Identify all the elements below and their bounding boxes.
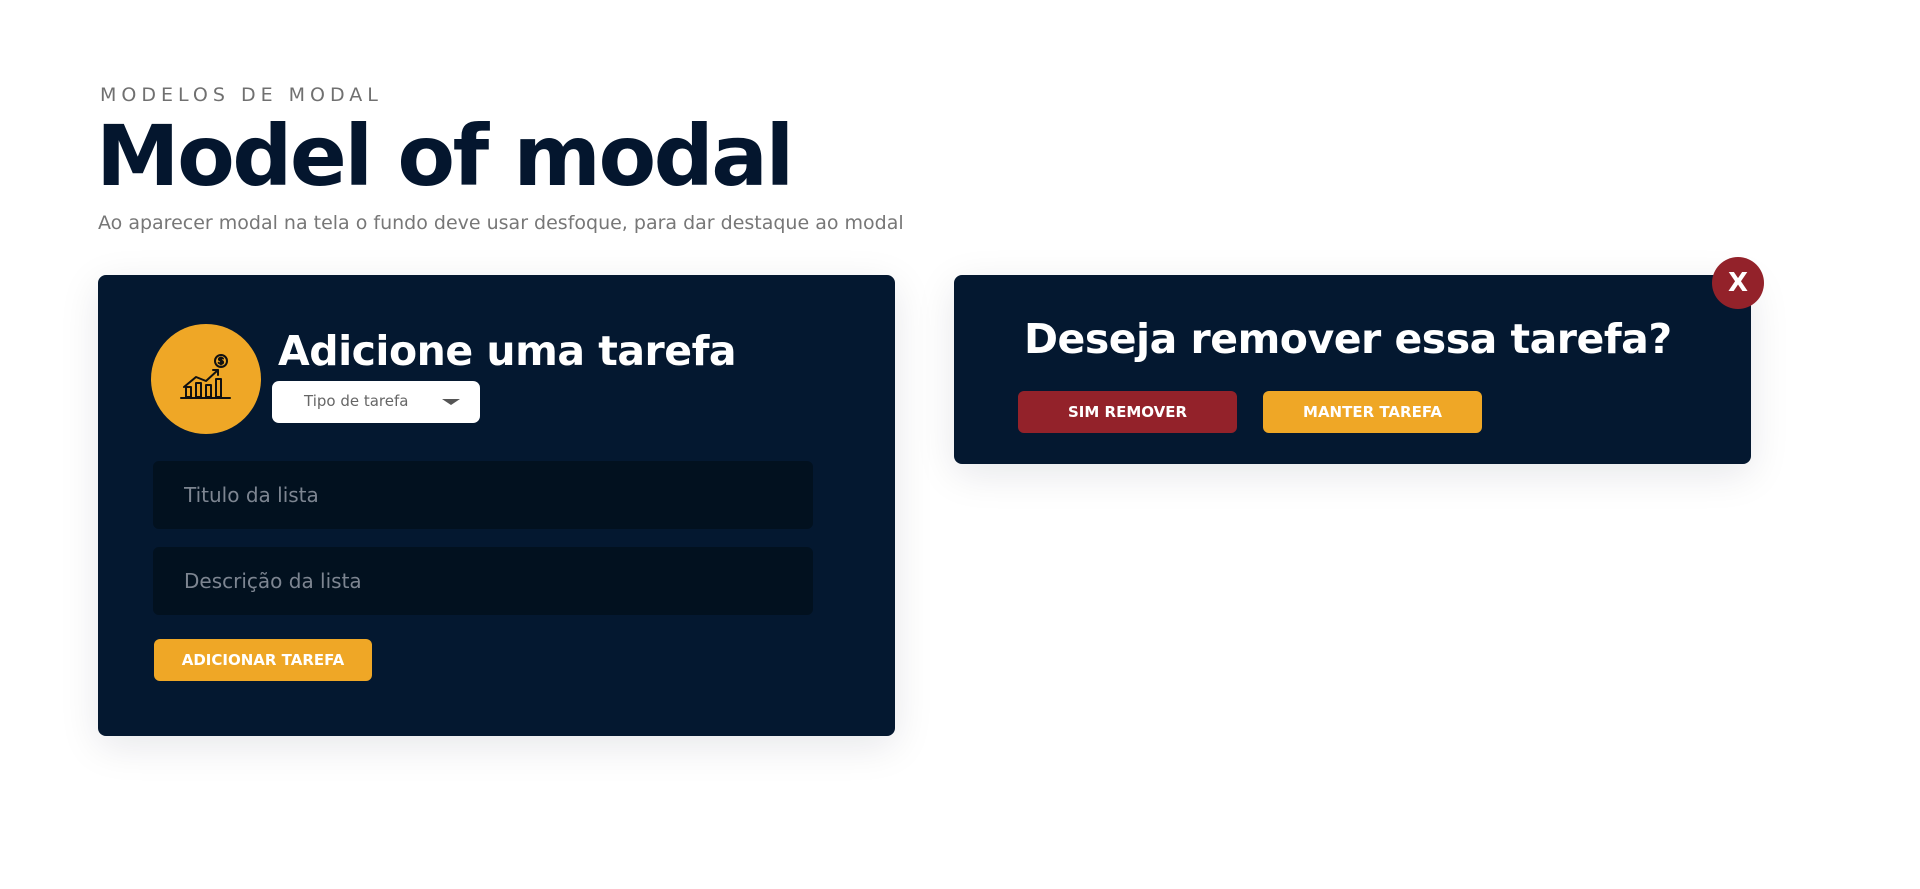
chart-growth-dollar-icon — [178, 353, 234, 405]
page-title: Model of modal — [96, 107, 794, 205]
add-task-button[interactable]: ADICIONAR TAREFA — [154, 639, 372, 681]
page-subtitle: Ao aparecer modal na tela o fundo deve u… — [98, 212, 904, 234]
keep-task-button[interactable]: MANTER TAREFA — [1263, 391, 1482, 433]
remove-task-title: Deseja remover essa tarefa? — [1024, 315, 1672, 363]
eyebrow-label: MODELOS DE MODAL — [100, 84, 383, 106]
chevron-down-icon — [442, 399, 460, 405]
confirm-remove-button[interactable]: SIM REMOVER — [1018, 391, 1237, 433]
task-icon-badge — [151, 324, 261, 434]
task-type-select-value: Tipo de tarefa — [304, 392, 409, 410]
close-modal-button[interactable]: X — [1712, 257, 1764, 309]
task-type-select[interactable]: Tipo de tarefa — [272, 381, 480, 423]
remove-task-modal: Deseja remover essa tarefa? SIM REMOVER … — [954, 275, 1751, 464]
list-description-input[interactable] — [153, 547, 813, 615]
list-title-input[interactable] — [153, 461, 813, 529]
page: MODELOS DE MODAL Model of modal Ao apare… — [0, 0, 1920, 889]
add-task-modal: Adicione uma tarefa Tipo de tarefa ADICI… — [98, 275, 895, 736]
add-task-title: Adicione uma tarefa — [278, 327, 737, 375]
